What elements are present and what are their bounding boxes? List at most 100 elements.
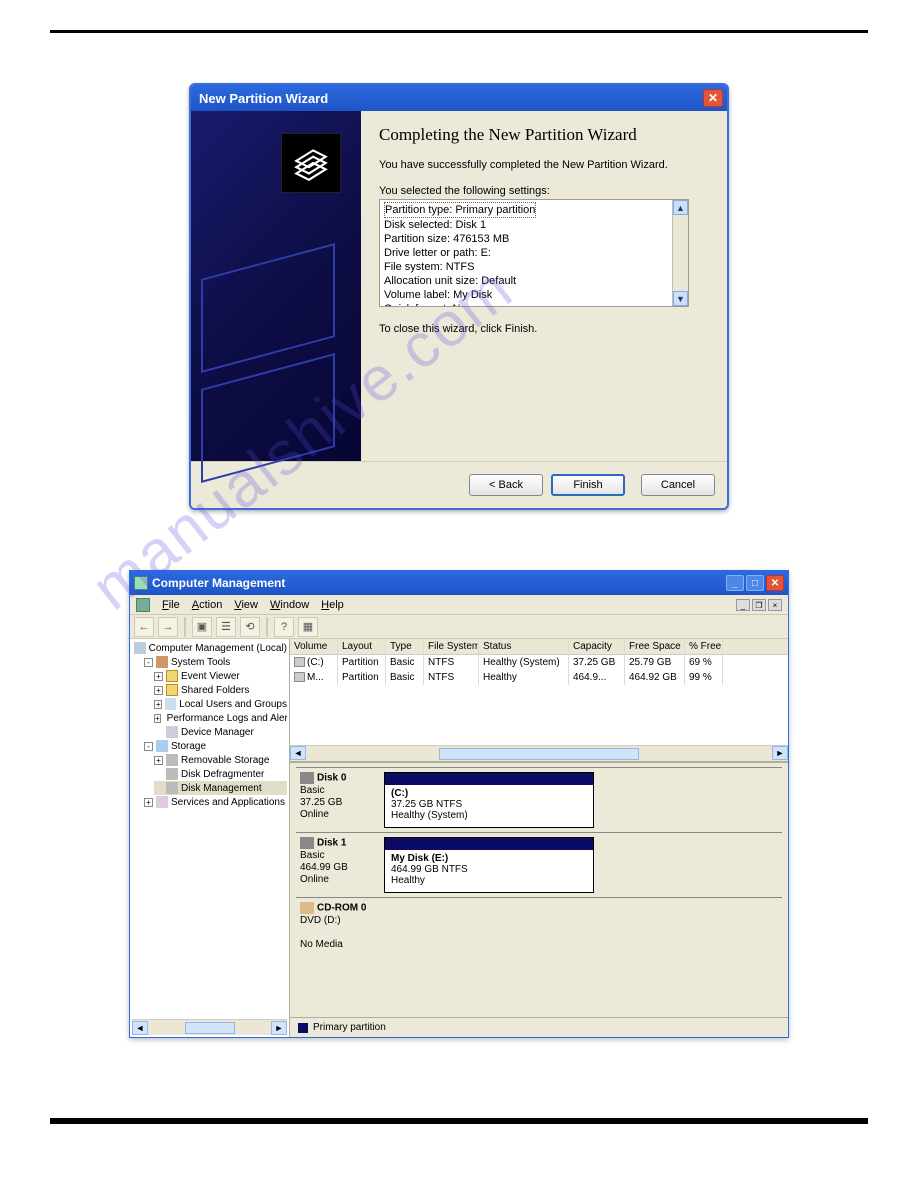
tree-event-viewer[interactable]: +Event Viewer xyxy=(154,669,287,683)
disk-label-cd: CD-ROM 0 DVD (D:) No Media xyxy=(296,898,376,959)
volume-row[interactable]: (C:) Partition Basic NTFS Healthy (Syste… xyxy=(290,655,788,670)
settings-line: Quick format: No xyxy=(384,303,467,307)
settings-line: Allocation unit size: Default xyxy=(384,275,516,287)
disk-icon xyxy=(300,772,314,784)
settings-line: Drive letter or path: E: xyxy=(384,247,491,259)
tree-disk-mgmt[interactable]: Disk Management xyxy=(154,781,287,795)
volume-row[interactable]: M... Partition Basic NTFS Healthy 464.9.… xyxy=(290,670,788,685)
wizard-close-button[interactable]: ✕ xyxy=(703,89,723,107)
partition-c[interactable]: (C:)37.25 GB NTFSHealthy (System) xyxy=(384,772,594,828)
disk-icon xyxy=(300,837,314,849)
computer-management-window: Computer Management _ □ ✕ _ ❐ × File Act… xyxy=(129,570,789,1038)
back-button[interactable]: < Back xyxy=(469,474,543,496)
wizard-window: New Partition Wizard ✕ Completing the Ne… xyxy=(189,83,729,510)
col-volume[interactable]: Volume xyxy=(290,639,338,654)
disk-graphical-view[interactable]: Disk 0 Basic 37.25 GB Online (C:)37.25 G… xyxy=(290,761,788,1017)
scroll-thumb[interactable] xyxy=(185,1022,235,1034)
top-rule xyxy=(50,30,868,33)
wizard-close-text: To close this wizard, click Finish. xyxy=(379,323,709,335)
cdrom-icon xyxy=(300,902,314,914)
col-filesystem[interactable]: File System xyxy=(424,639,479,654)
properties-button[interactable]: ☰ xyxy=(216,617,236,637)
tree-system-tools[interactable]: -System Tools xyxy=(144,655,287,669)
scroll-right-icon[interactable]: ► xyxy=(271,1021,287,1035)
disk-row-0[interactable]: Disk 0 Basic 37.25 GB Online (C:)37.25 G… xyxy=(296,767,782,832)
settings-line: File system: NTFS xyxy=(384,261,474,273)
extra-button[interactable]: ▦ xyxy=(298,617,318,637)
bottom-rule xyxy=(50,1118,868,1124)
help-button[interactable]: ? xyxy=(274,617,294,637)
tree-removable[interactable]: +Removable Storage xyxy=(154,753,287,767)
mdi-controls: _ ❐ × xyxy=(736,599,782,613)
tree-shared-folders[interactable]: +Shared Folders xyxy=(154,683,287,697)
tree-device-manager[interactable]: Device Manager xyxy=(154,725,287,739)
close-button[interactable]: ✕ xyxy=(766,575,784,591)
maximize-button[interactable]: □ xyxy=(746,575,764,591)
scroll-up-icon[interactable]: ▲ xyxy=(673,200,688,215)
scroll-down-icon[interactable]: ▼ xyxy=(673,291,688,306)
tree-hscrollbar[interactable]: ◄ ► xyxy=(132,1019,287,1035)
col-capacity[interactable]: Capacity xyxy=(569,639,625,654)
wizard-title-bar[interactable]: New Partition Wizard ✕ xyxy=(191,85,727,111)
mdi-min-button[interactable]: _ xyxy=(736,599,750,611)
menu-action[interactable]: Action xyxy=(192,599,223,611)
legend-bar: Primary partition xyxy=(290,1017,788,1037)
cm-title-bar[interactable]: Computer Management _ □ ✕ xyxy=(130,571,788,595)
wizard-title: New Partition Wizard xyxy=(199,91,328,106)
tree-storage[interactable]: -Storage xyxy=(144,739,287,753)
tree-perf-logs[interactable]: +Performance Logs and Alerts xyxy=(154,711,287,725)
disk-row-cd[interactable]: CD-ROM 0 DVD (D:) No Media xyxy=(296,897,782,959)
cm-app-icon xyxy=(134,576,148,590)
menu-view[interactable]: View xyxy=(234,599,258,611)
wizard-settings-list[interactable]: Partition type: Primary partition Disk s… xyxy=(379,199,689,307)
col-layout[interactable]: Layout xyxy=(338,639,386,654)
volume-list[interactable]: Volume Layout Type File System Status Ca… xyxy=(290,639,788,761)
nav-back-button[interactable]: ← xyxy=(134,617,154,637)
settings-scrollbar[interactable]: ▲ ▼ xyxy=(672,200,688,306)
menu-window[interactable]: Window xyxy=(270,599,309,611)
tree-local-users[interactable]: +Local Users and Groups xyxy=(154,697,287,711)
cancel-button[interactable]: Cancel xyxy=(641,474,715,496)
disk-label-0: Disk 0 Basic 37.25 GB Online xyxy=(296,768,376,832)
col-free[interactable]: Free Space xyxy=(625,639,685,654)
menu-bar: File Action View Window Help xyxy=(130,595,788,615)
scroll-right-icon[interactable]: ► xyxy=(772,746,788,760)
tree-defrag[interactable]: Disk Defragmenter xyxy=(154,767,287,781)
settings-line: Partition type: Primary partition xyxy=(384,202,536,218)
menu-file[interactable]: File xyxy=(162,599,180,611)
mdi-restore-button[interactable]: ❐ xyxy=(752,599,766,611)
col-type[interactable]: Type xyxy=(386,639,424,654)
scroll-left-icon[interactable]: ◄ xyxy=(290,746,306,760)
volume-icon xyxy=(294,657,305,667)
settings-line: Disk selected: Disk 1 xyxy=(384,219,486,231)
disk-row-1[interactable]: Disk 1 Basic 464.99 GB Online My Disk (E… xyxy=(296,832,782,897)
up-button[interactable]: ▣ xyxy=(192,617,212,637)
menu-help[interactable]: Help xyxy=(321,599,344,611)
tree-root[interactable]: Computer Management (Local) xyxy=(134,641,287,655)
volume-hscrollbar[interactable]: ◄ ► xyxy=(290,745,788,761)
menu-system-icon[interactable] xyxy=(136,598,150,612)
refresh-button[interactable]: ⟲ xyxy=(240,617,260,637)
partition-e[interactable]: My Disk (E:)464.99 GB NTFSHealthy xyxy=(384,837,594,893)
volume-header-row[interactable]: Volume Layout Type File System Status Ca… xyxy=(290,639,788,655)
cm-title-text: Computer Management xyxy=(152,576,285,590)
nav-tree[interactable]: Computer Management (Local) -System Tool… xyxy=(130,639,290,1037)
wizard-heading: Completing the New Partition Wizard xyxy=(379,125,709,145)
wizard-books-icon xyxy=(281,133,341,193)
tree-services[interactable]: +Services and Applications xyxy=(144,795,287,809)
settings-line: Volume label: My Disk xyxy=(384,289,492,301)
mdi-close-button[interactable]: × xyxy=(768,599,782,611)
scroll-thumb[interactable] xyxy=(439,748,639,760)
legend-label: Primary partition xyxy=(313,1022,386,1033)
disk-label-1: Disk 1 Basic 464.99 GB Online xyxy=(296,833,376,897)
col-pct[interactable]: % Free xyxy=(685,639,723,654)
minimize-button[interactable]: _ xyxy=(726,575,744,591)
col-status[interactable]: Status xyxy=(479,639,569,654)
finish-button[interactable]: Finish xyxy=(551,474,625,496)
legend-swatch-icon xyxy=(298,1023,308,1033)
volume-icon xyxy=(294,672,305,682)
scroll-left-icon[interactable]: ◄ xyxy=(132,1021,148,1035)
wizard-selected-label: You selected the following settings: xyxy=(379,185,709,197)
nav-fwd-button[interactable]: → xyxy=(158,617,178,637)
toolbar-separator xyxy=(266,617,268,637)
